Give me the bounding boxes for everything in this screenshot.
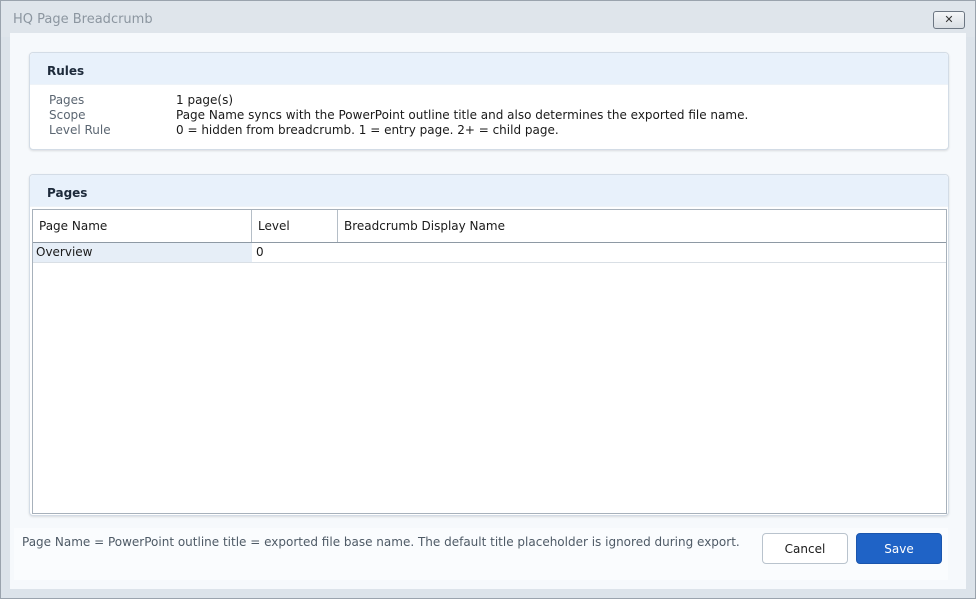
cancel-button[interactable]: Cancel bbox=[762, 533, 848, 564]
rules-header: Rules bbox=[30, 53, 948, 85]
dialog-body: Rules Pages 1 page(s) Scope Page Name sy… bbox=[10, 33, 966, 589]
title-bar: HQ Page Breadcrumb ✕ bbox=[1, 1, 975, 37]
save-button[interactable]: Save bbox=[856, 533, 942, 564]
rule-value-scope: Page Name syncs with the PowerPoint outl… bbox=[176, 108, 749, 122]
column-header-breadcrumb-display-name[interactable]: Breadcrumb Display Name bbox=[338, 210, 946, 242]
pages-title: Pages bbox=[47, 186, 88, 200]
cell-page-name[interactable]: Overview bbox=[33, 243, 252, 262]
pages-header: Pages bbox=[30, 175, 948, 207]
dialog-window: HQ Page Breadcrumb ✕ Rules Pages 1 page(… bbox=[0, 0, 976, 599]
cell-level[interactable]: 0 bbox=[252, 243, 338, 262]
cell-breadcrumb-display-name[interactable] bbox=[338, 243, 946, 262]
grid-header: Page Name Level Breadcrumb Display Name bbox=[33, 210, 946, 243]
rule-label-pages: Pages bbox=[49, 93, 85, 107]
rule-value-level-rule: 0 = hidden from breadcrumb. 1 = entry pa… bbox=[176, 123, 559, 137]
window-title: HQ Page Breadcrumb bbox=[13, 12, 153, 27]
footer-note: Page Name = PowerPoint outline title = e… bbox=[22, 535, 740, 549]
column-header-level[interactable]: Level bbox=[252, 210, 338, 242]
rules-title: Rules bbox=[47, 64, 85, 78]
pages-grid: Page Name Level Breadcrumb Display Name … bbox=[32, 209, 947, 514]
column-header-page-name[interactable]: Page Name bbox=[33, 210, 252, 242]
close-icon: ✕ bbox=[944, 13, 954, 26]
rule-label-level-rule: Level Rule bbox=[49, 123, 111, 137]
rules-group: Rules Pages 1 page(s) Scope Page Name sy… bbox=[29, 52, 949, 150]
rule-label-scope: Scope bbox=[49, 108, 86, 122]
close-button[interactable]: ✕ bbox=[933, 11, 965, 29]
pages-group: Pages Page Name Level Breadcrumb Display… bbox=[29, 174, 949, 516]
rule-value-pages: 1 page(s) bbox=[176, 93, 234, 107]
table-row[interactable]: Overview 0 bbox=[33, 243, 946, 263]
